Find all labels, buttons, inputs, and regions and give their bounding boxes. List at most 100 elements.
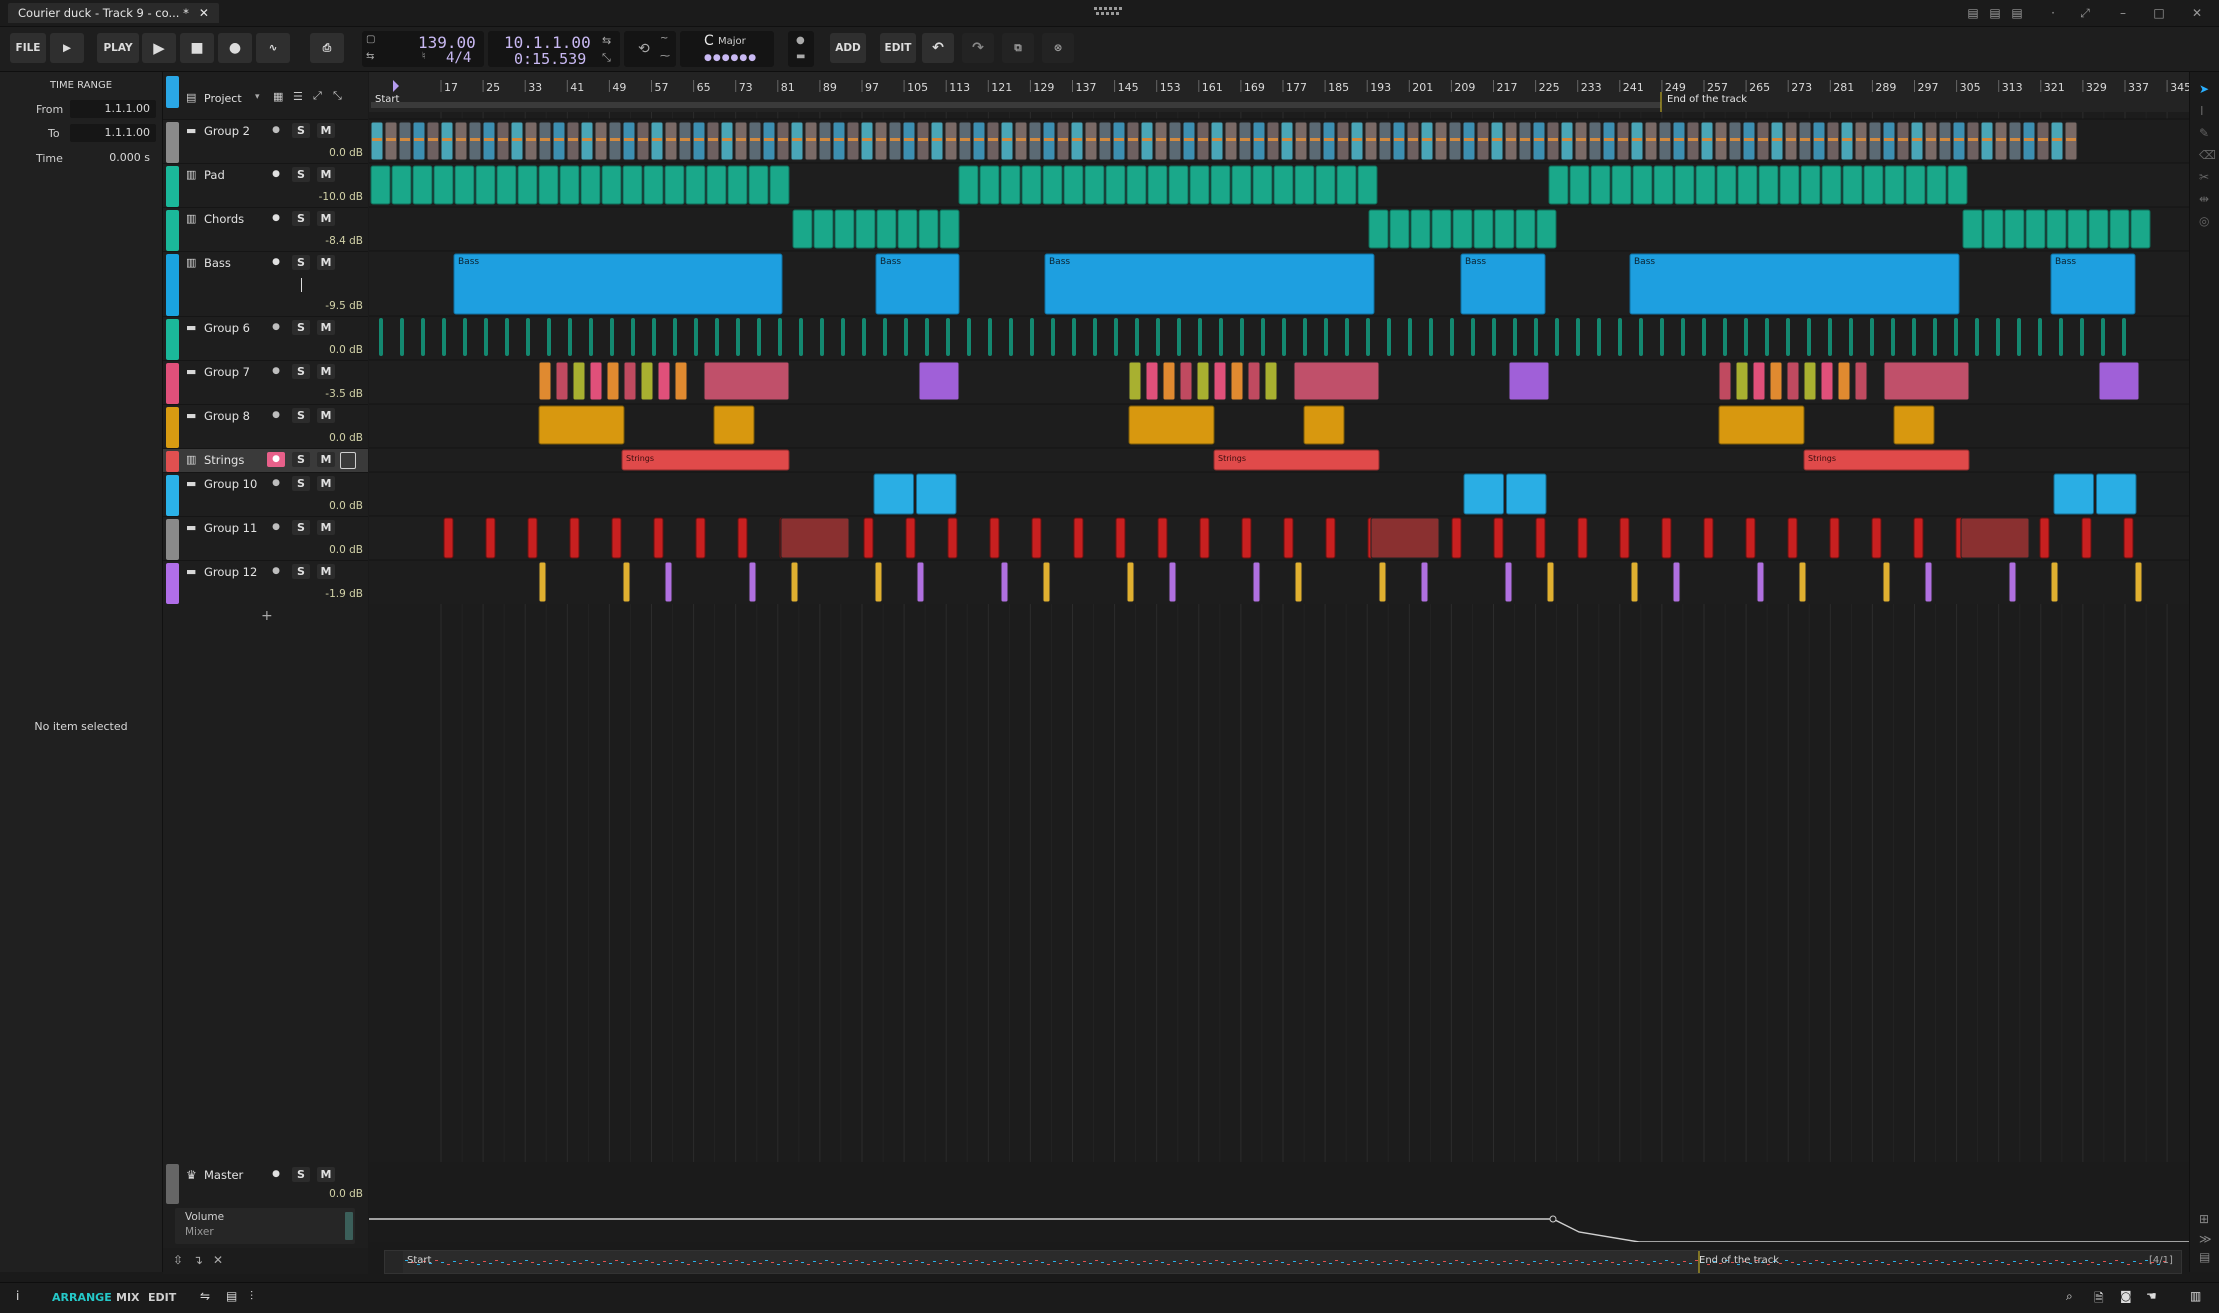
- minimize-icon[interactable]: –: [2112, 4, 2134, 22]
- knife-tool-icon[interactable]: ✂: [2199, 170, 2209, 184]
- record-icon[interactable]: ●: [218, 33, 252, 63]
- stop-icon[interactable]: ■: [180, 33, 214, 63]
- track-volume[interactable]: -3.5 dB: [293, 388, 363, 400]
- play-icon[interactable]: ▶: [142, 33, 176, 63]
- track-volume[interactable]: -9.5 dB: [293, 300, 363, 312]
- position-time[interactable]: 0:15.539: [514, 50, 586, 68]
- master-record-icon[interactable]: ●: [267, 1167, 285, 1182]
- mute-button[interactable]: M: [317, 211, 335, 226]
- search-icon[interactable]: ⌕: [2066, 1289, 2073, 1304]
- tempo-sync-icon[interactable]: ⇆: [366, 51, 374, 62]
- mute-button[interactable]: M: [317, 408, 335, 423]
- copy-icon[interactable]: ⧉: [1002, 33, 1034, 63]
- solo-button[interactable]: S: [292, 452, 310, 467]
- clip-launcher-icon[interactable]: ▬: [796, 51, 805, 62]
- loop-toggle-icon[interactable]: ▢: [366, 34, 375, 45]
- key-display[interactable]: C Major ●●●●●●: [680, 31, 774, 67]
- punch-icon[interactable]: ⤡: [602, 51, 611, 65]
- time-signature[interactable]: 4/4: [446, 50, 471, 66]
- arranger-area[interactable]: Bass Bass Bass Bass Bass Bass Strings Strings St…: [369, 72, 2189, 1242]
- mute-button[interactable]: M: [317, 564, 335, 579]
- track-volume[interactable]: -8.4 dB: [293, 235, 363, 247]
- arrange-view-button[interactable]: ARRANGE: [52, 1291, 112, 1304]
- master-solo-button[interactable]: S: [292, 1167, 310, 1182]
- expand-lanes-icon[interactable]: ≫: [2199, 1232, 2212, 1246]
- record-arm-icon[interactable]: ●: [267, 452, 285, 467]
- record-arm-icon[interactable]: ●: [267, 476, 285, 491]
- track-name[interactable]: Group 10: [204, 477, 257, 491]
- pointer-tool-icon[interactable]: ➤: [2199, 82, 2209, 96]
- track-select-box[interactable]: [340, 452, 356, 469]
- track-name[interactable]: Chords: [204, 212, 244, 226]
- audition-tool-icon[interactable]: ◎: [2199, 214, 2209, 228]
- fullscreen-icon[interactable]: ⤢: [2074, 4, 2096, 22]
- mixer-panel-icon[interactable]: ⫶: [250, 1289, 253, 1304]
- shuffle-icon[interactable]: ⁓: [660, 51, 670, 62]
- track-name[interactable]: Pad: [204, 168, 225, 182]
- solo-button[interactable]: S: [292, 408, 310, 423]
- solo-button[interactable]: S: [292, 520, 310, 535]
- loop-select-icon[interactable]: ↴: [193, 1253, 203, 1267]
- loop-controls[interactable]: ⟲ ~ ⁓: [624, 31, 676, 67]
- automation-lane-header[interactable]: Volume Mixer: [175, 1208, 355, 1244]
- track-volume[interactable]: -10.0 dB: [293, 191, 363, 203]
- add-button[interactable]: ADD: [830, 33, 866, 63]
- track-name[interactable]: Group 12: [204, 565, 257, 579]
- track-name[interactable]: Group 8: [204, 409, 250, 423]
- mute-button[interactable]: M: [317, 452, 335, 467]
- track-volume[interactable]: 0.0 dB: [293, 432, 363, 444]
- loop-icon[interactable]: ⟲: [638, 41, 650, 57]
- browser-toggle-icon[interactable]: ▤: [2199, 1250, 2210, 1264]
- redo-icon[interactable]: ↷: [962, 33, 994, 63]
- track-row[interactable]: ▬ Group 11 ● S M 0.0 dB: [163, 516, 368, 561]
- track-name[interactable]: Group 7: [204, 365, 250, 379]
- play-button[interactable]: PLAY: [97, 33, 139, 63]
- list-view-icon[interactable]: ☰: [293, 90, 303, 103]
- stretch-tool-icon[interactable]: ⇹: [2199, 192, 2209, 206]
- master-track[interactable]: ♛ Master ● S M 0.0 dB Volume Mixer: [163, 1162, 368, 1246]
- solo-button[interactable]: S: [292, 320, 310, 335]
- close-overview-icon[interactable]: ✕: [213, 1253, 223, 1267]
- arranger-canvas[interactable]: Bass Bass Bass Bass Bass Bass Strings Strings St…: [369, 72, 2189, 1242]
- track-row[interactable]: ▥ Bass ● S M -9.5 dB: [163, 251, 368, 317]
- hand-icon[interactable]: ☚: [2146, 1289, 2157, 1303]
- to-field[interactable]: 1.1.1.00: [70, 124, 156, 142]
- record-arm-icon[interactable]: ●: [267, 408, 285, 423]
- record-arm-icon[interactable]: ●: [267, 364, 285, 379]
- track-volume[interactable]: 0.0 dB: [293, 500, 363, 512]
- ruler-canvas[interactable]: 17 25 33 41 49 57 65 73 81 89 97 105 113 121 129 137 145…: [369, 72, 2189, 112]
- grid-toggle-icon[interactable]: ⊞: [2199, 1212, 2209, 1226]
- zoom-fit-icon[interactable]: ⇳: [173, 1253, 183, 1267]
- mute-button[interactable]: M: [317, 520, 335, 535]
- track-name[interactable]: Strings: [204, 453, 244, 467]
- file-browser-icon[interactable]: 🗎: [2094, 1289, 2104, 1310]
- arrangement-overview[interactable]: Start End of the track [4/1]: [384, 1250, 2182, 1274]
- project-label[interactable]: Project: [204, 92, 242, 105]
- track-row[interactable]: ▬ Group 12 ● S M -1.9 dB: [163, 560, 368, 605]
- layout-2-icon[interactable]: ▤: [1984, 4, 2006, 22]
- devices-browser-icon[interactable]: ◙: [2120, 1289, 2132, 1303]
- cancel-icon[interactable]: ⊗: [1042, 33, 1074, 63]
- maximize-icon[interactable]: □: [2148, 4, 2170, 22]
- key-mode[interactable]: Major: [718, 36, 746, 47]
- time-field[interactable]: 0.000 s: [70, 149, 156, 167]
- record-arm-icon[interactable]: ●: [267, 123, 285, 138]
- info-icon[interactable]: ⅰ: [16, 1289, 19, 1303]
- key-letter[interactable]: C: [704, 33, 714, 49]
- position-display[interactable]: 10.1.1.00 0:15.539 ⇆ ⤡: [488, 31, 620, 68]
- track-row[interactable]: ▬ Group 6 ● S M 0.0 dB: [163, 316, 368, 361]
- solo-button[interactable]: S: [292, 564, 310, 579]
- edit-view-button[interactable]: EDIT: [148, 1291, 176, 1304]
- file-button[interactable]: FILE: [10, 33, 46, 63]
- timeline-ruler[interactable]: 17 25 33 41 49 57 65 73 81 89 97 105 113 121 129 137 145…: [369, 72, 2189, 112]
- start-marker[interactable]: Start: [375, 94, 399, 105]
- layout-3-icon[interactable]: ▤: [2006, 4, 2028, 22]
- master-mute-button[interactable]: M: [317, 1167, 335, 1182]
- device-panel-icon[interactable]: ▤: [226, 1289, 237, 1303]
- mute-button[interactable]: M: [317, 320, 335, 335]
- record-arm-icon[interactable]: ●: [267, 520, 285, 535]
- track-row[interactable]: ▥ Strings ● S M: [163, 448, 368, 473]
- mix-view-button[interactable]: MIX: [116, 1291, 140, 1304]
- master-volume[interactable]: 0.0 dB: [303, 1188, 363, 1200]
- record-arm-icon[interactable]: ●: [267, 320, 285, 335]
